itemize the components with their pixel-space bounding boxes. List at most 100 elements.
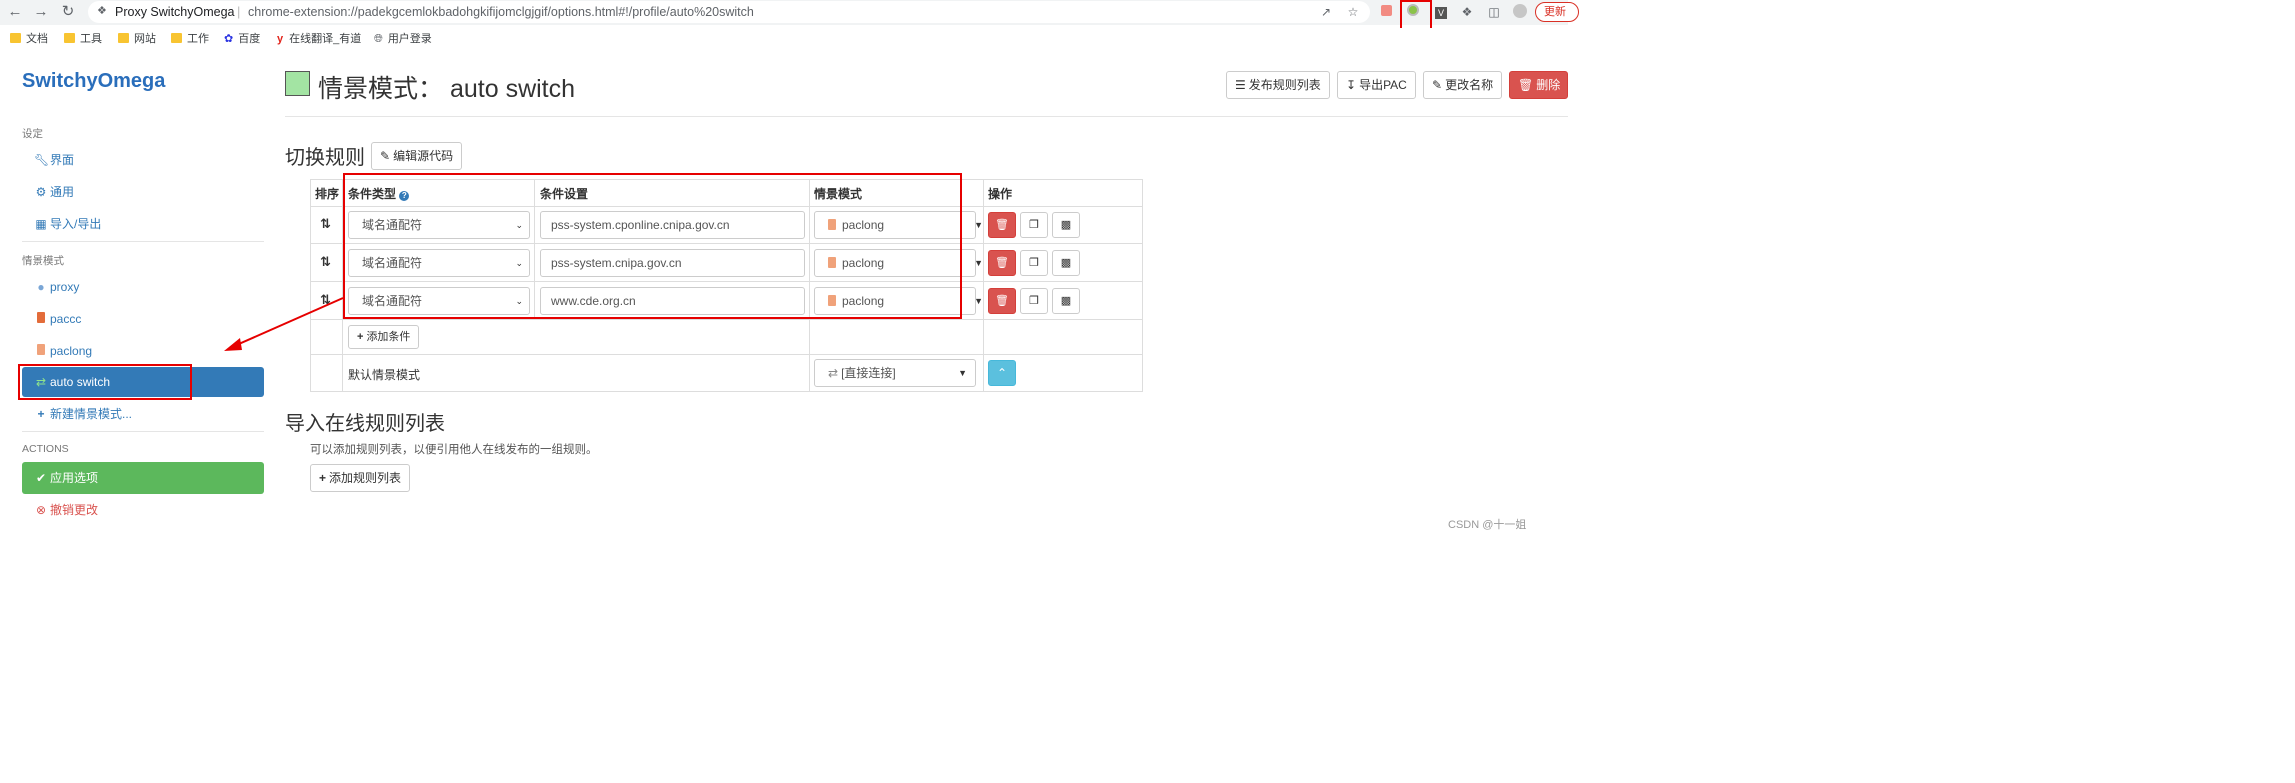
discard-label: 撤销更改 xyxy=(50,503,99,517)
edit-icon: ✎ xyxy=(380,149,391,163)
add-rule-list-button[interactable]: + 添加规则列表 xyxy=(310,464,411,492)
sidebar-item-label: proxy xyxy=(50,280,80,294)
comment-rule-button[interactable]: ▩ xyxy=(1052,212,1080,238)
annotation-extension-box xyxy=(1400,0,1432,30)
delete-profile-button[interactable]: 🗑︎ 删除 xyxy=(1509,71,1568,99)
back-arrow-icon[interactable]: ← xyxy=(4,2,26,22)
folder-icon xyxy=(64,33,75,43)
bookmark-label: 在线翻译_有道 xyxy=(289,33,362,45)
sort-handle-icon[interactable]: ⇅ xyxy=(320,216,331,232)
bookmark-item[interactable]: 网站 xyxy=(118,31,156,47)
table-line xyxy=(311,319,1142,320)
extensions-puzzle-icon[interactable]: ❖ xyxy=(1459,4,1475,20)
apply-options-button[interactable]: ✔ 应用选项 xyxy=(22,462,264,494)
default-profile-label: 默认情景模式 xyxy=(348,368,421,382)
bookmark-item[interactable]: 文档 xyxy=(10,31,48,47)
share-icon[interactable]: ↗ xyxy=(1318,4,1334,20)
side-panel-icon[interactable]: ◫ xyxy=(1486,4,1502,20)
wrench-icon: 🔧︎ xyxy=(34,153,50,167)
bookmark-label: 工作 xyxy=(187,33,209,45)
v-extension-icon[interactable]: V xyxy=(1433,4,1449,20)
rename-button[interactable]: ✎ 更改名称 xyxy=(1423,71,1503,99)
annotation-arrow-icon xyxy=(224,297,344,351)
switch-rules-title: 切换规则 xyxy=(285,147,365,169)
page-title: 情景模式： auto switch xyxy=(318,75,576,103)
sidebar-item-label: 导入/导出 xyxy=(50,217,102,231)
download-icon: ↧ xyxy=(1346,78,1357,92)
annotation-rules-box xyxy=(343,173,962,319)
caret-down-icon: ▼ xyxy=(974,296,983,306)
profiles-header: 情景模式 xyxy=(22,255,64,267)
bookmark-item[interactable]: 🌐︎ 用户登录 xyxy=(374,31,432,47)
sidebar-item-label: 通用 xyxy=(50,185,75,199)
sidebar-item-interface[interactable]: 🔧︎界面 xyxy=(22,145,264,175)
caret-down-icon: ▼ xyxy=(958,368,967,378)
clone-rule-button[interactable]: ❐ xyxy=(1020,212,1048,238)
omnibox-tab-title: Proxy SwitchyOmega xyxy=(115,5,235,19)
discard-changes-button[interactable]: ⊗ 撤销更改 xyxy=(22,495,264,525)
chevron-up-icon: ⌃ xyxy=(996,366,1008,380)
sidebar-item-general[interactable]: ⚙ 通用 xyxy=(22,177,264,207)
header-actions: 操作 xyxy=(988,187,1013,201)
settings-header: 设定 xyxy=(22,128,43,140)
bookmark-item[interactable]: ✿ 百度 xyxy=(224,31,260,47)
bookmark-label: 工具 xyxy=(80,33,102,45)
publish-rule-list-button[interactable]: ☰ 发布规则列表 xyxy=(1226,71,1330,99)
collapse-up-button[interactable]: ⌃ xyxy=(988,360,1016,386)
bookmark-item[interactable]: y 在线翻译_有道 xyxy=(277,31,361,47)
header-sort: 排序 xyxy=(315,187,340,201)
comment-icon: ▩ xyxy=(1060,257,1072,269)
comment-rule-button[interactable]: ▩ xyxy=(1052,250,1080,276)
clone-rule-button[interactable]: ❐ xyxy=(1020,250,1048,276)
puzzle-icon: ❖ xyxy=(97,5,107,17)
comment-rule-button[interactable]: ▩ xyxy=(1052,288,1080,314)
copy-icon: ❐ xyxy=(1029,295,1039,307)
sidebar-divider xyxy=(22,431,264,432)
sort-handle-icon[interactable]: ⇅ xyxy=(320,254,331,270)
default-profile-select[interactable]: ⇄ [直接连接] ▼ xyxy=(814,359,976,387)
folder-icon xyxy=(118,33,129,43)
bookmark-star-icon[interactable]: ☆ xyxy=(1345,4,1361,20)
brand-title[interactable]: SwitchyOmega xyxy=(22,70,165,93)
table-line xyxy=(311,354,1142,355)
check-circle-icon: ✔ xyxy=(35,471,47,485)
reload-icon[interactable]: ↻ xyxy=(57,2,79,22)
extension-red-icon[interactable] xyxy=(1378,4,1394,20)
profile-avatar-icon[interactable] xyxy=(1512,4,1528,20)
omnibox-separator: | xyxy=(237,4,241,19)
plus-icon: + xyxy=(319,471,327,485)
delete-rule-button[interactable]: 🗑︎ xyxy=(988,250,1016,276)
update-button[interactable]: 更新 xyxy=(1535,2,1579,22)
delete-rule-button[interactable]: 🗑︎ xyxy=(988,288,1016,314)
bookmark-label: 网站 xyxy=(134,33,156,45)
add-condition-button[interactable]: + 添加条件 xyxy=(348,325,420,349)
bookmark-item[interactable]: 工作 xyxy=(171,31,209,47)
sidebar-item-import-export[interactable]: ▦ 导入/导出 xyxy=(22,209,264,239)
annotation-auto-switch-box xyxy=(18,364,192,400)
sidebar-divider xyxy=(22,241,264,242)
bookmark-item[interactable]: 工具 xyxy=(64,31,102,47)
edit-source-button[interactable]: ✎ 编辑源代码 xyxy=(371,142,463,170)
bookmark-label: 文档 xyxy=(26,33,48,45)
clone-rule-button[interactable]: ❐ xyxy=(1020,288,1048,314)
edit-icon: ✎ xyxy=(1432,78,1443,92)
new-profile-label: 新建情景模式... xyxy=(50,407,133,421)
comment-icon: ▩ xyxy=(1060,295,1072,307)
url-text[interactable]: chrome-extension://padekgcemlokbadohgkif… xyxy=(248,5,754,19)
delete-rule-button[interactable]: 🗑︎ xyxy=(988,212,1016,238)
globe-icon: ● xyxy=(37,280,45,294)
new-profile-link[interactable]: + 新建情景模式... xyxy=(22,399,264,429)
globe-icon: 🌐︎ xyxy=(374,33,383,45)
address-bar[interactable]: ❖ Proxy SwitchyOmega | chrome-extension:… xyxy=(88,1,1370,23)
bookmarks-bar: 文档 工具 网站 工作 ✿ 百度 y 在线翻译_有道 🌐︎ 用户登录 xyxy=(0,28,1568,50)
forward-arrow-icon[interactable]: → xyxy=(30,2,52,22)
profile-color-swatch[interactable] xyxy=(285,71,310,96)
export-pac-button[interactable]: ↧ 导出PAC xyxy=(1337,71,1416,99)
trash-icon: 🗑︎ xyxy=(995,295,1009,307)
copy-icon: ❐ xyxy=(1029,257,1039,269)
file-icon xyxy=(34,304,48,334)
bookmark-label: 百度 xyxy=(238,33,261,45)
transfer-icon: ⇄ xyxy=(828,366,839,380)
trash-icon: 🗑︎ xyxy=(1518,78,1534,92)
bookmark-label: 用户登录 xyxy=(387,33,432,45)
